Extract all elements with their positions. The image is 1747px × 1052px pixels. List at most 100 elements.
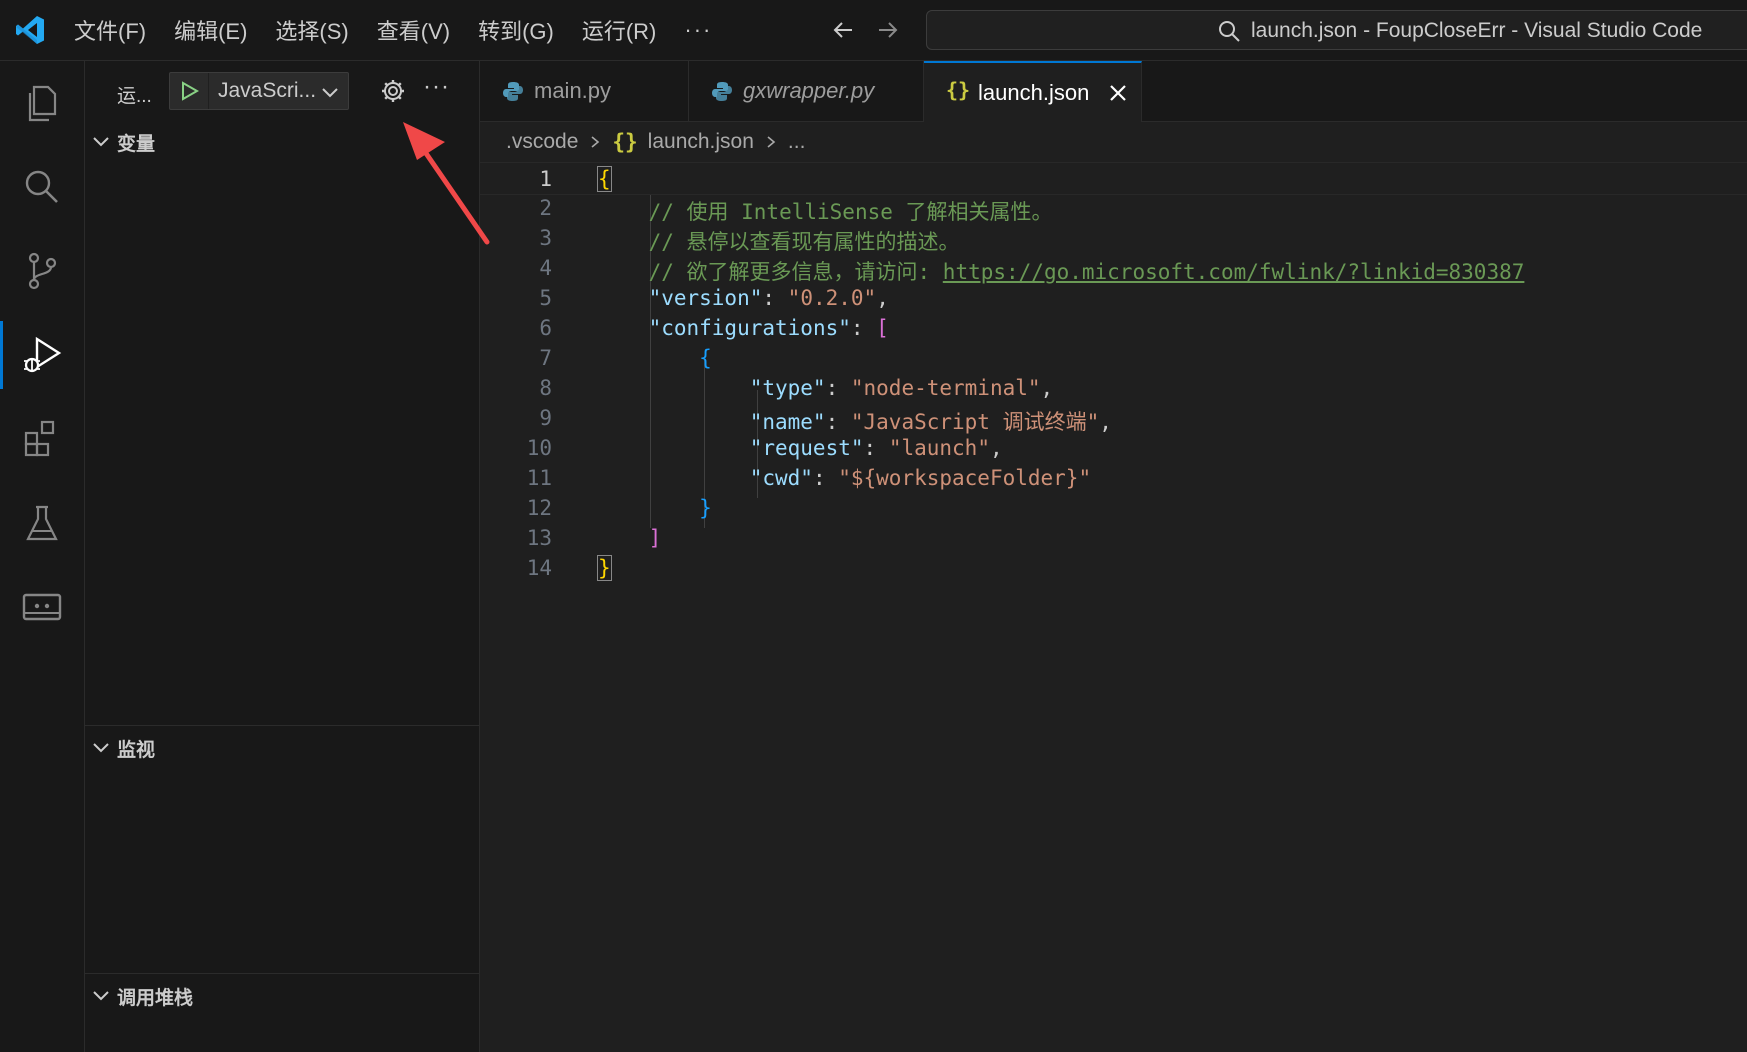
code-line: 1 { <box>480 162 1747 195</box>
code-editor[interactable]: 1 { 2 // 使用 IntelliSense 了解相关属性。 3 // 悬停… <box>480 162 1747 1052</box>
line-number: 3 <box>539 226 552 250</box>
line-number: 7 <box>539 346 552 370</box>
code-line: 8 "type": "node-terminal", <box>480 372 1747 405</box>
editor-tabs: main.py gxwrapper.py {} launch.json <box>480 61 1747 122</box>
tab-label: gxwrapper.py <box>743 78 875 103</box>
testing-button[interactable] <box>0 481 84 565</box>
tab-gxwrapper-py[interactable]: gxwrapper.py <box>689 61 924 121</box>
extensions-button[interactable] <box>0 397 84 481</box>
back-arrow-icon[interactable] <box>830 17 856 43</box>
line-number: 2 <box>539 196 552 220</box>
separator <box>208 73 209 109</box>
code-text: "configurations": [ <box>648 316 889 340</box>
remote-explorer-icon <box>22 593 62 621</box>
divider <box>85 973 479 974</box>
line-number: 1 <box>539 167 552 191</box>
code-line: 12 } <box>480 492 1747 525</box>
line-number: 8 <box>539 376 552 400</box>
files-icon <box>28 85 57 122</box>
remote-explorer-button[interactable] <box>0 565 84 649</box>
tab-main-py[interactable]: main.py <box>480 61 689 121</box>
line-number: 5 <box>539 286 552 310</box>
search-view-button[interactable] <box>0 145 84 229</box>
run-debug-button[interactable] <box>0 313 84 397</box>
section-call-stack[interactable]: 调用堆栈 <box>85 977 479 1013</box>
tab-launch-json[interactable]: {} launch.json <box>924 61 1142 122</box>
command-center-search[interactable]: launch.json - FoupCloseErr - Visual Stud… <box>926 10 1747 50</box>
line-number: 9 <box>539 406 552 430</box>
code-line: 11 "cwd": "${workspaceFolder}" <box>480 462 1747 495</box>
chevron-down-icon <box>93 991 109 1001</box>
code-line: 7 { <box>480 342 1747 375</box>
json-icon: {} <box>946 78 971 102</box>
sidebar-more-button[interactable]: ··· <box>423 73 450 101</box>
line-number: 10 <box>526 436 552 460</box>
start-debugging-icon[interactable] <box>178 80 200 102</box>
code-text: "version": "0.2.0", <box>648 286 889 310</box>
divider <box>85 725 479 726</box>
search-icon <box>25 170 58 203</box>
sidebar-title: 运... <box>117 86 152 107</box>
code-line: 4 // 欲了解更多信息，请访问: https://go.microsoft.c… <box>480 252 1747 285</box>
code-line: 5 "version": "0.2.0", <box>480 282 1747 315</box>
line-number: 11 <box>526 466 552 490</box>
code-text: { <box>597 166 612 192</box>
python-icon <box>712 82 732 101</box>
chevron-down-icon <box>93 743 109 753</box>
vscode-logo-icon <box>16 16 44 44</box>
code-text: "request": "launch", <box>749 436 1003 460</box>
code-text: } <box>597 555 612 581</box>
run-debug-icon <box>24 336 62 373</box>
forward-arrow-icon[interactable] <box>875 17 901 43</box>
docs-link[interactable]: https://go.microsoft.com/fwlink/?linkid=… <box>943 260 1525 284</box>
menu-edit[interactable]: 编辑(E) <box>174 14 247 46</box>
code-line: 9 "name": "JavaScript 调试终端", <box>480 402 1747 435</box>
menu-run[interactable]: 运行(R) <box>582 14 657 46</box>
run-config-dropdown[interactable]: JavaScri... <box>218 79 316 103</box>
section-label: 调用堆栈 <box>117 988 194 1009</box>
chevron-right-icon <box>767 136 776 148</box>
section-watch[interactable]: 监视 <box>85 729 479 765</box>
code-text: } <box>699 496 712 520</box>
explorer-button[interactable] <box>0 61 84 145</box>
extensions-icon <box>24 420 55 457</box>
flask-icon <box>26 505 58 541</box>
menu-file[interactable]: 文件(F) <box>74 14 146 46</box>
tab-label: main.py <box>534 78 612 103</box>
breadcrumb-more[interactable]: ... <box>788 130 806 154</box>
line-number: 13 <box>526 526 552 550</box>
line-number: 12 <box>526 496 552 520</box>
code-text: ] <box>648 526 662 550</box>
run-config-selector: JavaScri... <box>169 72 349 110</box>
line-number: 4 <box>539 256 552 280</box>
menu-more-button[interactable]: ··· <box>684 17 712 43</box>
activity-bar <box>0 61 85 1052</box>
chevron-right-icon <box>591 136 600 148</box>
section-label: 监视 <box>117 740 156 761</box>
line-number: 14 <box>526 556 552 580</box>
section-label: 变量 <box>117 134 156 155</box>
chevron-down-icon <box>93 137 109 147</box>
chevron-down-icon[interactable] <box>320 82 340 102</box>
code-text: "type": "node-terminal", <box>749 376 1054 400</box>
menu-view[interactable]: 查看(V) <box>377 14 450 46</box>
tab-label: launch.json <box>978 80 1090 105</box>
search-icon <box>1219 21 1240 42</box>
code-text: "cwd": "${workspaceFolder}" <box>749 466 1092 490</box>
code-line: 14 } <box>480 552 1747 585</box>
source-control-icon <box>28 252 57 290</box>
code-line: 6 "configurations": [ <box>480 312 1747 345</box>
code-line: 3 // 悬停以查看现有属性的描述。 <box>480 222 1747 255</box>
breadcrumb-folder[interactable]: .vscode <box>506 130 578 154</box>
breadcrumb-file[interactable]: launch.json <box>648 130 754 154</box>
gear-icon[interactable] <box>379 77 407 105</box>
source-control-button[interactable] <box>0 229 84 313</box>
menu-bar: 文件(F) 编辑(E) 选择(S) 查看(V) 转到(G) 运行(R) ··· <box>74 0 740 60</box>
menu-go[interactable]: 转到(G) <box>478 14 554 46</box>
breadcrumb: .vscode {} launch.json ... <box>480 122 1747 162</box>
code-line: 2 // 使用 IntelliSense 了解相关属性。 <box>480 192 1747 225</box>
python-icon <box>503 82 523 101</box>
menu-selection[interactable]: 选择(S) <box>275 14 348 46</box>
close-icon[interactable] <box>1108 83 1128 103</box>
code-line: 13 ] <box>480 522 1747 555</box>
